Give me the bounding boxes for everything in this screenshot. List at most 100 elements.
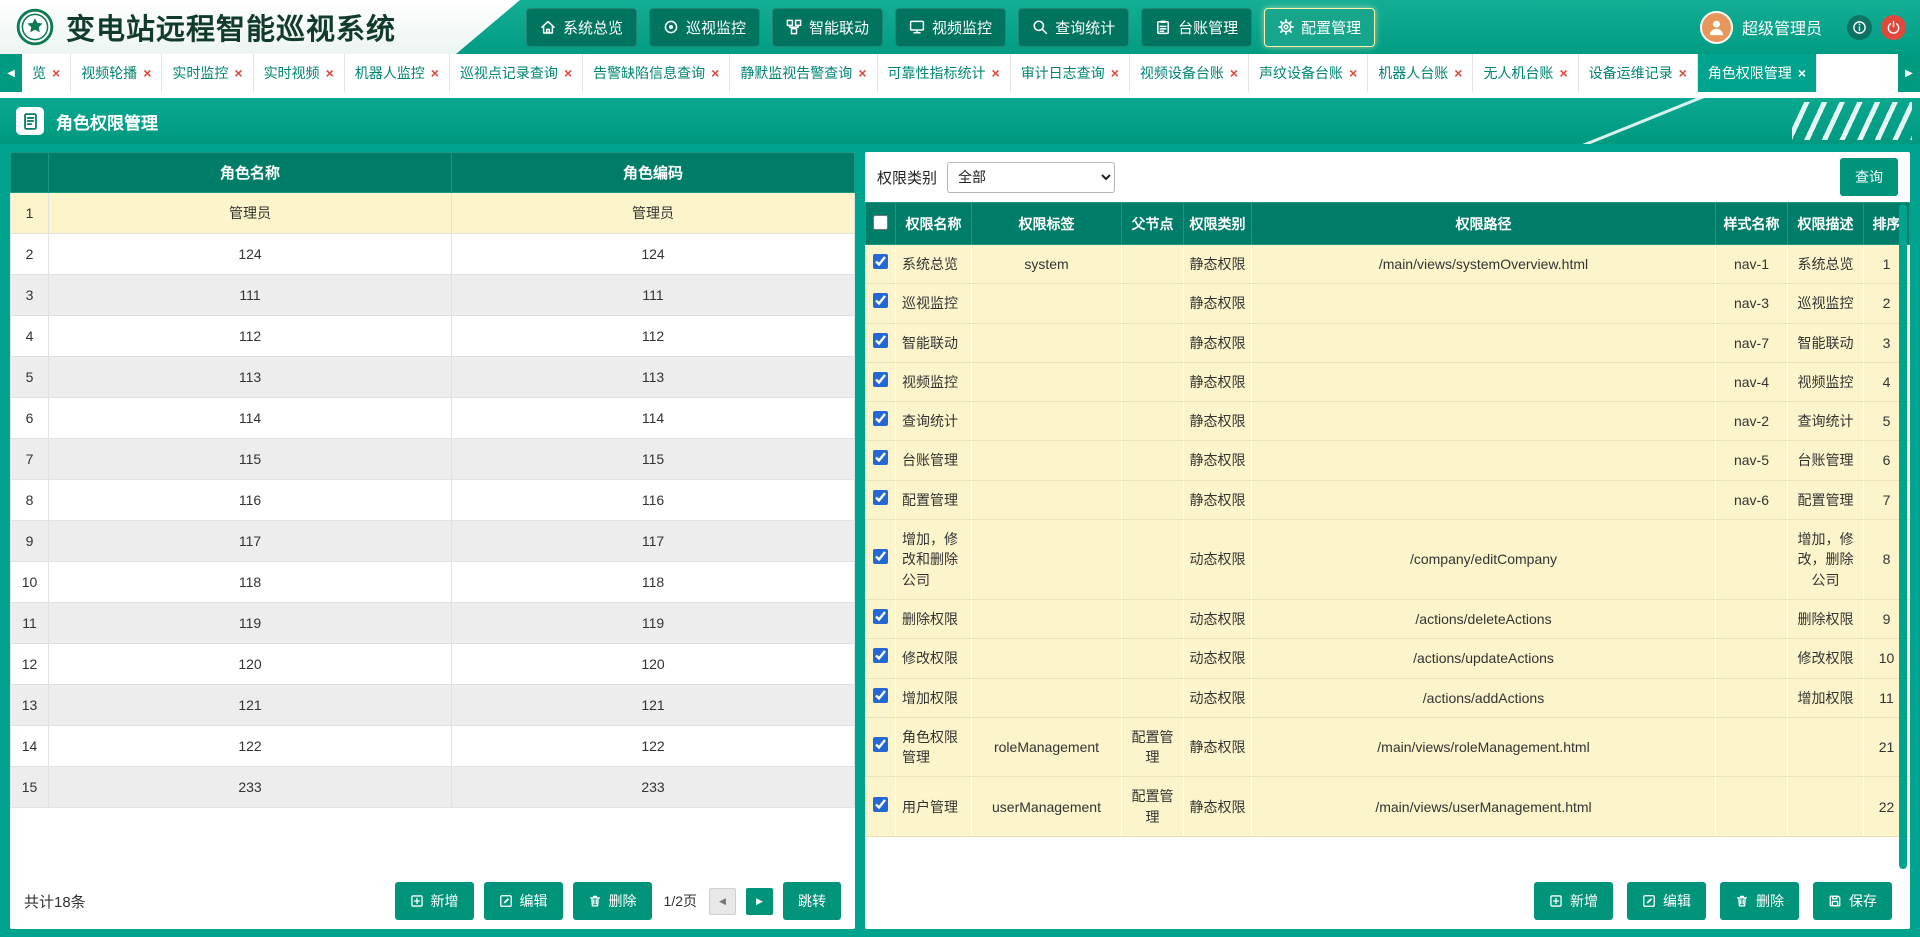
perm-delete-button[interactable]: 删除 [1720,882,1799,920]
tab-7[interactable]: 告警缺陷信息查询× [583,54,730,92]
nav-button-3[interactable]: 智能联动 [772,8,883,47]
role-add-button[interactable]: 新增 [395,882,474,920]
role-row[interactable]: 3111111 [11,275,855,316]
tab-8[interactable]: 静默监视告警查询× [730,54,877,92]
tab-6[interactable]: 巡视点记录查询 × [450,54,583,92]
tab-12[interactable]: 声纹设备台账× [1249,54,1368,92]
close-icon[interactable]: × [564,66,572,80]
perm-edit-button[interactable]: 编辑 [1627,882,1706,920]
tab-4[interactable]: 实时视频× [254,54,345,92]
tab-3[interactable]: 实时监控× [162,54,253,92]
role-edit-button[interactable]: 编辑 [484,882,563,920]
close-icon[interactable]: × [52,66,60,80]
tab-scroll-left-button[interactable]: ◀ [0,54,22,92]
permission-row[interactable]: 用户管理userManagement配置管理静态权限/main/views/us… [866,777,1910,837]
close-icon[interactable]: × [1679,66,1687,80]
role-row[interactable]: 13121121 [11,685,855,726]
row-checkbox[interactable] [873,450,888,465]
role-row[interactable]: 4112112 [11,316,855,357]
nav-button-2[interactable]: 巡视监控 [649,8,760,47]
row-checkbox[interactable] [873,549,888,564]
permission-row[interactable]: 系统总览system静态权限/main/views/systemOverview… [866,245,1910,284]
role-row[interactable]: 12120120 [11,644,855,685]
permission-row[interactable]: 配置管理静态权限nav-6配置管理7 [866,480,1910,519]
permission-row[interactable]: 台账管理静态权限nav-5台账管理6 [866,441,1910,480]
close-icon[interactable]: × [234,66,242,80]
close-icon[interactable]: × [1349,66,1357,80]
permission-row[interactable]: 角色权限管理roleManagement配置管理静态权限/main/views/… [866,717,1910,777]
perm-save-button[interactable]: 保存 [1813,882,1892,920]
row-checkbox[interactable] [873,411,888,426]
next-page-button[interactable]: ▶ [746,888,773,915]
power-button[interactable] [1881,15,1906,40]
tab-1[interactable]: 览× [22,54,71,92]
tab-2[interactable]: 视频轮播× [71,54,162,92]
row-checkbox[interactable] [873,688,888,703]
close-icon[interactable]: × [1230,66,1238,80]
close-icon[interactable]: × [711,66,719,80]
role-row[interactable]: 8116116 [11,480,855,521]
close-icon[interactable]: × [431,66,439,80]
close-icon[interactable]: × [1111,66,1119,80]
role-row[interactable]: 10118118 [11,562,855,603]
tab-9[interactable]: 可靠性指标统计× [878,54,1011,92]
jump-page-button[interactable]: 跳转 [783,882,841,920]
tab-label: 巡视点记录查询 [460,63,558,83]
permission-row[interactable]: 视频监控静态权限nav-4视频监控4 [866,362,1910,401]
role-row[interactable]: 6114114 [11,398,855,439]
nav-button-7[interactable]: 配置管理 [1264,8,1375,47]
tab-16[interactable]: 角色权限管理× [1698,54,1817,92]
role-row[interactable]: 2124124 [11,234,855,275]
permission-row[interactable]: 删除权限动态权限/actions/deleteActions删除权限9 [866,599,1910,638]
permission-row[interactable]: 增加权限动态权限/actions/addActions增加权限11 [866,678,1910,717]
row-checkbox[interactable] [873,490,888,505]
scrollbar[interactable] [1899,204,1907,869]
permission-type-select[interactable]: 全部 [947,162,1115,193]
row-checkbox[interactable] [873,254,888,269]
close-icon[interactable]: × [992,66,1000,80]
tab-10[interactable]: 审计日志查询× [1011,54,1130,92]
nav-button-1[interactable]: 系统总览 [526,8,637,47]
tab-15[interactable]: 设备运维记录× [1579,54,1698,92]
permission-row[interactable]: 智能联动静态权限nav-7智能联动3 [866,323,1910,362]
role-row[interactable]: 5113113 [11,357,855,398]
row-checkbox[interactable] [873,737,888,752]
tab-5[interactable]: 机器人监控× [345,54,450,92]
nav-button-6[interactable]: 台账管理 [1141,8,1252,47]
info-button[interactable] [1847,15,1872,40]
role-row[interactable]: 7115115 [11,439,855,480]
role-row[interactable]: 15233233 [11,767,855,808]
tab-scroll-right-button[interactable]: ▶ [1898,54,1920,92]
row-checkbox[interactable] [873,609,888,624]
row-checkbox[interactable] [873,372,888,387]
close-icon[interactable]: × [326,66,334,80]
tab-11[interactable]: 视频设备台账× [1130,54,1249,92]
search-button[interactable]: 查询 [1840,158,1898,196]
permission-row[interactable]: 增加，修改和删除公司动态权限/company/editCompany增加，修改，… [866,520,1910,600]
role-row[interactable]: 1管理员管理员 [11,193,855,234]
permission-row[interactable]: 查询统计静态权限nav-2查询统计5 [866,402,1910,441]
select-all-checkbox[interactable] [873,215,888,230]
row-checkbox[interactable] [873,648,888,663]
row-checkbox[interactable] [873,797,888,812]
close-icon[interactable]: × [1559,66,1567,80]
tab-14[interactable]: 无人机台账× [1473,54,1578,92]
role-row[interactable]: 14122122 [11,726,855,767]
close-icon[interactable]: × [858,66,866,80]
role-delete-button[interactable]: 删除 [573,882,652,920]
prev-page-button[interactable]: ◀ [709,888,736,915]
close-icon[interactable]: × [143,66,151,80]
nav-button-5[interactable]: 查询统计 [1018,8,1129,47]
nav-button-4[interactable]: 视频监控 [895,8,1006,47]
row-checkbox[interactable] [873,333,888,348]
perm-add-button[interactable]: 新增 [1534,882,1613,920]
row-checkbox[interactable] [873,293,888,308]
user-avatar[interactable] [1700,11,1733,44]
permission-row[interactable]: 修改权限动态权限/actions/updateActions修改权限10 [866,639,1910,678]
role-row[interactable]: 9117117 [11,521,855,562]
tab-13[interactable]: 机器人台账× [1368,54,1473,92]
role-row[interactable]: 11119119 [11,603,855,644]
close-icon[interactable]: × [1454,66,1462,80]
close-icon[interactable]: × [1798,66,1806,80]
permission-row[interactable]: 巡视监控静态权限nav-3巡视监控2 [866,284,1910,323]
